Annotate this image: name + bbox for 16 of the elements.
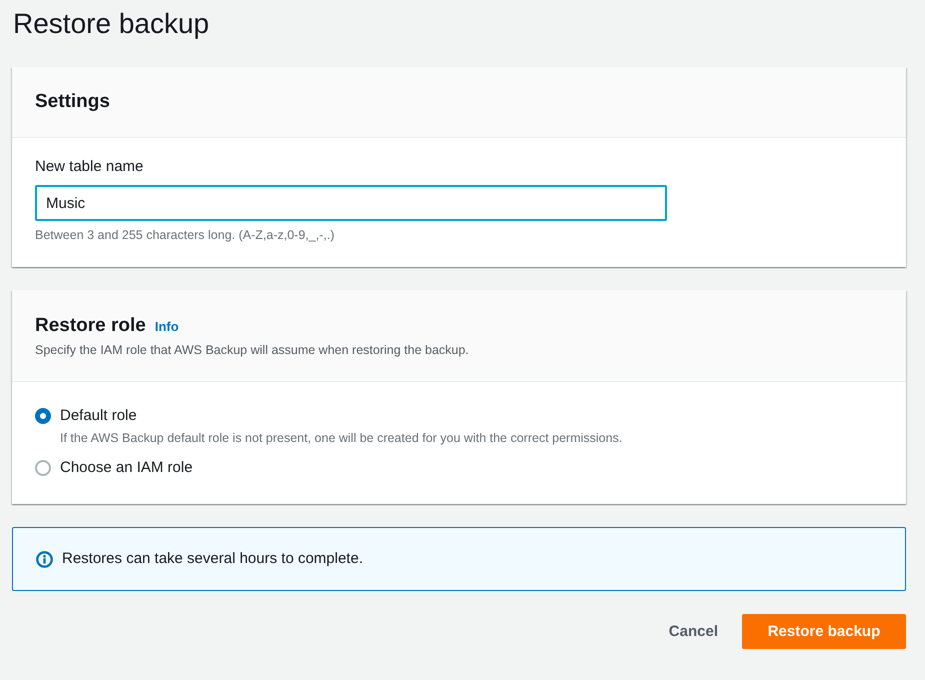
section-title: Settings [35, 90, 110, 114]
option-description: If the AWS Backup default role is not present, one will be created for you with the correct permissions. [60, 430, 622, 446]
radio-label[interactable]: Choose an IAM role [60, 458, 193, 478]
table-name-field[interactable]: Music [35, 185, 667, 221]
info-link[interactable]: Info [154, 319, 179, 334]
alert-message: Restores can take several hours to complete. [62, 549, 363, 569]
section-title: Restore role [35, 314, 146, 338]
info-icon [36, 550, 53, 568]
radio-label[interactable]: Default role [60, 406, 137, 426]
cancel-button[interactable]: Cancel [648, 614, 738, 649]
field-hint: Between 3 and 255 characters long. (A-Z,a-z,0-9,_,-,.) [35, 227, 334, 243]
field-label: New table name [35, 157, 144, 177]
radio-button[interactable] [35, 460, 51, 476]
page-title: Restore backup [12, 7, 210, 41]
section-description: Specify the IAM role that AWS Backup will assume when restoring the backup. [35, 342, 470, 358]
radio-button[interactable] [35, 408, 51, 424]
